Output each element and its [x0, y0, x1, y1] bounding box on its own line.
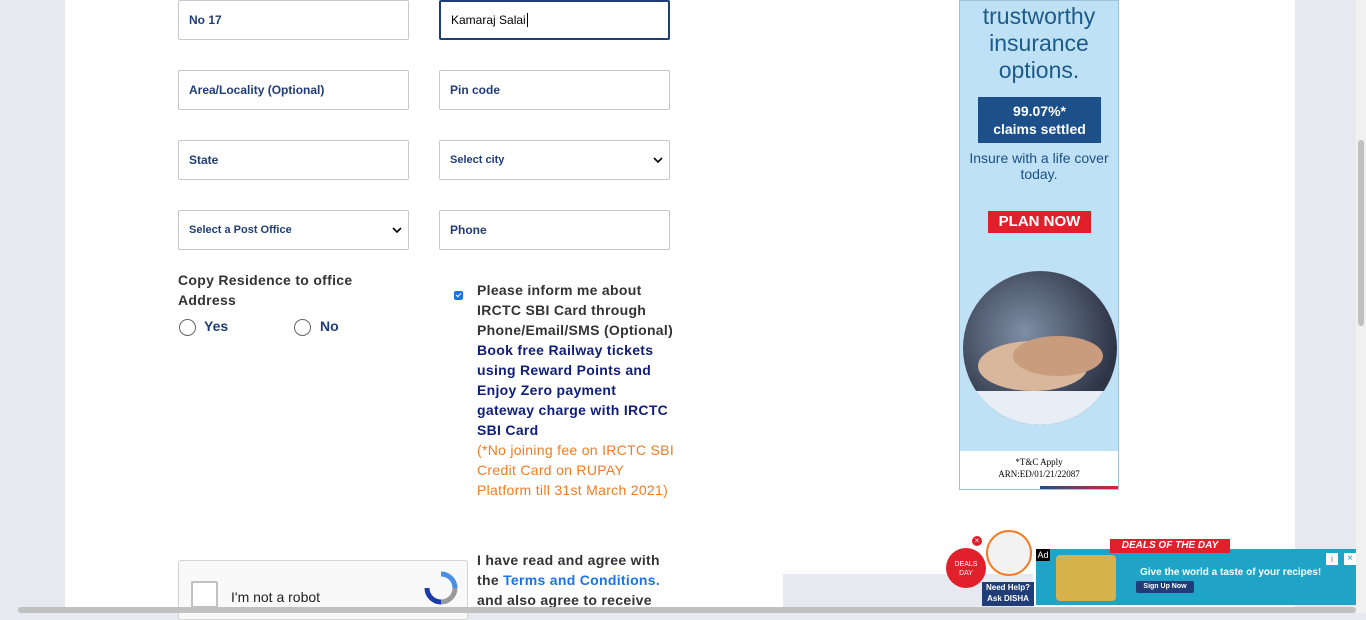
area-locality-placeholder: Area/Locality (Optional)	[189, 83, 325, 97]
inform-consent-text: Please inform me about IRCTC SBI Card th…	[477, 280, 677, 500]
consent-orange-text: (*No joining fee on IRCTC SBI Credit Car…	[477, 442, 675, 498]
consent-dark-text: Please inform me about IRCTC SBI Card th…	[477, 282, 674, 338]
street-input[interactable]: Kamaraj Salai	[439, 0, 670, 40]
ad-headline: trustworthy insurance options.	[982, 3, 1096, 83]
ad-subtext: Insure with a life cover today.	[969, 150, 1109, 182]
horizontal-scrollbar[interactable]	[18, 607, 1356, 613]
terms-text: I have read and agree with the Terms and…	[477, 550, 677, 610]
state-placeholder: State	[189, 153, 219, 167]
post-office-select[interactable]: Select a Post Office	[178, 210, 409, 250]
insurance-ad[interactable]: trustworthy insurance options. 99.07%* c…	[959, 0, 1119, 490]
deals-badge-icon: DEALS DAY	[946, 548, 986, 588]
close-icon[interactable]: ×	[972, 536, 982, 546]
pincode-placeholder: Pin code	[450, 83, 501, 97]
recaptcha-label: I'm not a robot	[231, 589, 321, 605]
post-office-selected: Select a Post Office	[189, 224, 292, 236]
pincode-input[interactable]: Pin code	[439, 70, 670, 110]
disha-help-label: Need Help? Ask DISHA	[982, 582, 1034, 606]
house-number-input[interactable]: No 17	[178, 0, 409, 40]
vertical-scrollbar[interactable]	[1356, 0, 1366, 613]
info-icon[interactable]: i	[1326, 553, 1338, 565]
recaptcha-checkbox[interactable]	[191, 581, 218, 608]
ad-handshake-photo	[963, 271, 1117, 425]
phone-input[interactable]: Phone	[439, 210, 670, 250]
recaptcha-logo-icon	[424, 571, 458, 610]
disha-help-line2: Ask DISHA	[987, 594, 1029, 603]
ad-terms: *T&C Apply	[1015, 457, 1063, 467]
copy-residence-yes-radio[interactable]	[179, 319, 196, 336]
disha-help-line1: Need Help?	[985, 583, 1030, 592]
ad-footer: *T&C Apply ARN:ED/01/21/22087	[960, 451, 1118, 489]
ad-plan-now-button[interactable]: PLAN NOW	[988, 211, 1091, 233]
consent-blue-text: Book free Railway tickets using Reward P…	[477, 342, 669, 438]
terms-link[interactable]: Terms and Conditions.	[503, 572, 660, 588]
disha-chat-widget[interactable]: DEALS DAY × Need Help? Ask DISHA	[946, 528, 1036, 608]
ad-stripe	[1040, 486, 1118, 489]
copy-residence-no-radio[interactable]	[294, 319, 311, 336]
area-locality-input[interactable]: Area/Locality (Optional)	[178, 70, 409, 110]
phone-placeholder: Phone	[450, 223, 487, 237]
copy-residence-label: Copy Residence to office Address	[178, 272, 353, 308]
recipe-photo	[1056, 555, 1116, 601]
city-select[interactable]: Select city	[439, 140, 670, 180]
inform-consent-checkbox[interactable]	[454, 291, 463, 300]
terms-suffix: and also agree to receive	[477, 592, 652, 608]
close-icon[interactable]: ×	[1344, 553, 1356, 565]
ad-badge-percent: 99.07%*	[1013, 103, 1066, 119]
banner-signup-button[interactable]: Sign Up Now	[1136, 581, 1194, 593]
ad-badge-label: claims settled	[993, 121, 1086, 137]
ad-tag: Ad	[1036, 549, 1050, 561]
recipe-ad-banner[interactable]: Ad DEALS OF THE DAY Give the world a tas…	[1036, 539, 1360, 605]
city-selected: Select city	[450, 154, 505, 166]
copy-residence-no-label[interactable]: No	[320, 318, 339, 334]
chevron-down-icon	[653, 153, 663, 167]
street-value: Kamaraj Salai	[451, 13, 526, 27]
state-input[interactable]: State	[178, 140, 409, 180]
deals-of-day-ribbon: DEALS OF THE DAY	[1110, 539, 1230, 553]
copy-residence-yes-label[interactable]: Yes	[204, 318, 228, 334]
banner-headline: Give the world a taste of your recipes!	[1140, 567, 1322, 578]
text-cursor	[526, 13, 528, 27]
disha-avatar	[986, 530, 1032, 576]
ad-arn: ARN:ED/01/21/22087	[998, 469, 1080, 479]
house-number-value: No 17	[189, 13, 222, 27]
ad-badge: 99.07%* claims settled	[978, 97, 1101, 143]
vertical-scrollbar-thumb[interactable]	[1358, 140, 1364, 326]
chevron-down-icon	[392, 223, 402, 237]
